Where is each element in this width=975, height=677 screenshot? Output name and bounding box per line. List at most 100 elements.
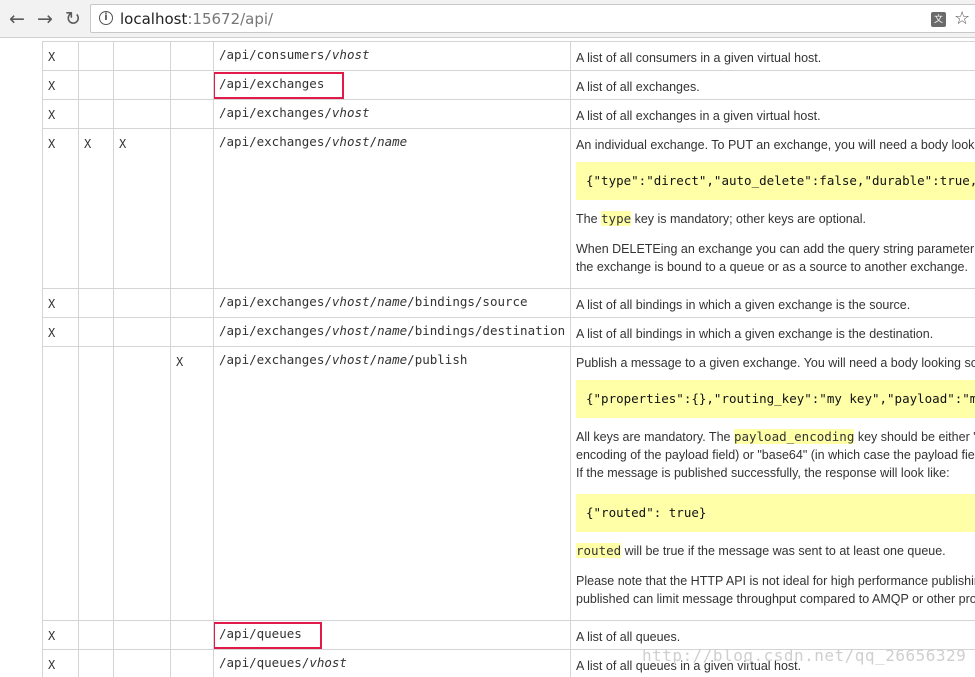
path-variable: vhost [331,47,370,62]
post-flag-cell [170,41,214,71]
endpoint-path: /api/exchanges/vhost/name/publish [219,352,467,367]
path-variable: name [377,352,408,367]
path-segment: /bindings/source [407,294,528,309]
delete-flag-cell [113,41,171,71]
json-example: {"properties":{},"routing_key":"my key",… [576,380,975,418]
code-keyword: payload_encoding [733,429,855,444]
text-fragment: the exchange is bound to a queue or as a… [576,260,968,274]
delete-flag-cell [113,99,171,129]
delete-flag-cell: X [113,128,171,289]
endpoint-description-cell: A list of all bindings in which a given … [570,317,975,347]
endpoint-path-cell: /api/queues [213,620,571,650]
put-flag-cell [78,41,114,71]
table-row: X/api/exchanges A list of all exchanges. [42,70,975,100]
delete-flag-cell [113,288,171,318]
path-segment: /api/exchanges/ [219,105,332,120]
endpoint-description-cell: A list of all bindings in which a given … [570,288,975,318]
description-text: A list of all queues. [576,630,681,644]
get-flag-cell: X [42,70,79,100]
endpoint-path: /api/consumers/vhost [219,47,370,62]
path-segment: /api/exchanges/ [219,352,332,367]
get-flag-cell: X [42,620,79,650]
endpoint-path: /api/exchanges/vhost [219,105,370,120]
endpoint-path: /api/exchanges/vhost/name/bindings/desti… [219,323,565,338]
reload-icon[interactable]: ↻ [61,7,85,31]
put-flag-cell [78,649,114,677]
description-text: The type key is mandatory; other keys ar… [576,210,975,228]
get-flag-cell: X [42,41,79,71]
path-variable: name [377,134,408,149]
endpoint-path: /api/exchanges [214,72,345,99]
path-variable: vhost [331,105,370,120]
post-flag-cell [170,649,214,677]
path-variable: vhost [331,352,370,367]
endpoint-description-cell: A list of all consumers in a given virtu… [570,41,975,71]
path-variable: name [377,294,408,309]
bookmark-star-icon[interactable]: ☆ [954,8,970,29]
path-variable: vhost [331,294,370,309]
endpoint-path: /api/exchanges/vhost/name [219,134,407,149]
page-content: X/api/consumers/vhost A list of all consu… [0,38,975,677]
forward-arrow-icon[interactable]: → [33,7,57,31]
path-segment: /api/consumers/ [219,47,332,62]
text-fragment: key should be either "st [854,430,975,444]
delete-flag-cell [113,649,171,677]
text-fragment: When DELETEing an exchange you can add t… [576,242,975,256]
get-flag-cell: X [42,99,79,129]
translate-icon[interactable]: 文 [931,12,946,27]
description-text: A list of all bindings in which a given … [576,327,934,341]
table-row: X/api/exchanges/vhost/name/bindings/dest… [42,317,975,347]
description-text: A list of all bindings in which a given … [576,298,911,312]
endpoint-path-cell: /api/exchanges/vhost/name/publish [213,346,571,621]
endpoint-path-cell: /api/queues/vhost [213,649,571,677]
description-text: An individual exchange. To PUT an exchan… [576,138,975,152]
path-segment: / [369,134,378,149]
path-variable: vhost [331,134,370,149]
path-segment: /publish [407,352,468,367]
get-flag-cell [42,346,79,621]
description-text: A list of all exchanges in a given virtu… [576,109,821,123]
description-text: A list of all consumers in a given virtu… [576,51,822,65]
url-text[interactable]: localhost:15672/api/ [120,10,273,28]
post-flag-cell [170,317,214,347]
text-fragment: will be true if the message was sent to … [621,544,946,558]
text-fragment: If the message is published successfully… [576,466,950,480]
get-flag-cell: X [42,649,79,677]
endpoint-description-cell: An individual exchange. To PUT an exchan… [570,128,975,289]
put-flag-cell [78,346,114,621]
json-example: {"routed": true} [576,494,975,532]
address-bar[interactable]: i localhost:15672/api/ 文 ☆ [90,4,975,33]
post-flag-cell [170,620,214,650]
path-segment: /api/exchanges [219,76,325,91]
back-arrow-icon[interactable]: ← [5,7,29,31]
path-segment: /api/exchanges/ [219,294,332,309]
text-fragment: The [576,212,602,226]
description-text: All keys are mandatory. The payload_enco… [576,428,975,482]
put-flag-cell: X [78,128,114,289]
endpoint-path: /api/queues [214,622,322,649]
text-fragment: key is mandatory; other keys are optiona… [631,212,866,226]
text-fragment: published can limit message throughput c… [576,592,975,606]
path-variable: vhost [309,655,347,670]
delete-flag-cell [113,317,171,347]
endpoint-path: /api/exchanges/vhost/name/bindings/sourc… [219,294,528,309]
description-text: A list of all exchanges. [576,80,700,94]
path-segment: /api/queues/ [219,655,310,670]
endpoint-path-cell: /api/exchanges/vhost/name [213,128,571,289]
code-keyword: type [601,211,632,226]
text-fragment: All keys are mandatory. The [576,430,734,444]
put-flag-cell [78,70,114,100]
endpoint-description-cell: Publish a message to a given exchange. Y… [570,346,975,621]
post-flag-cell [170,99,214,129]
endpoint-description-cell: A list of all exchanges in a given virtu… [570,99,975,129]
post-flag-cell [170,70,214,100]
table-row: X/api/exchanges/vhost A list of all excha… [42,99,975,129]
endpoint-path: /api/queues/vhost [219,655,347,670]
put-flag-cell [78,317,114,347]
watermark: http://blog.csdn.net/qq_26656329 [642,646,967,665]
info-icon[interactable]: i [99,11,113,25]
path-variable: vhost [331,323,370,338]
path-variable: name [377,323,408,338]
description-text: When DELETEing an exchange you can add t… [576,240,975,276]
path-segment: /api/queues [219,626,302,641]
